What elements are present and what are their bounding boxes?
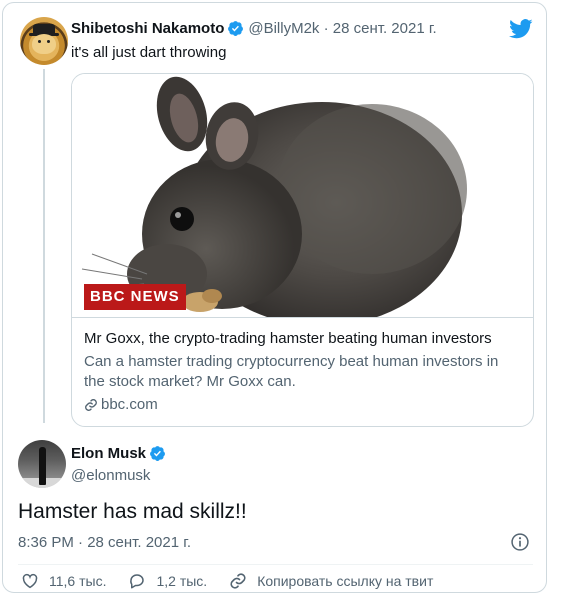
like-button[interactable]: 11,6 тыс. [21, 572, 106, 590]
quoted-author-avatar[interactable] [20, 17, 68, 65]
main-author-name[interactable]: Elon Musk [71, 445, 146, 462]
link-preview-image[interactable]: BBC NEWS [72, 74, 533, 317]
bbc-news-badge: BBC NEWS [84, 284, 186, 310]
meta-separator: · [319, 20, 333, 37]
quoted-tweet-header: Shibetoshi Nakamoto @BillyM2k · 28 сент.… [71, 20, 437, 37]
hamster-photo [81, 76, 467, 317]
link-title: Mr Goxx, the crypto-trading hamster beat… [84, 330, 492, 347]
link-icon [85, 399, 97, 411]
avatar-rocket [39, 447, 46, 485]
like-count: 11,6 тыс. [49, 573, 107, 589]
quoted-author-name[interactable]: Shibetoshi Nakamoto [71, 20, 224, 37]
copy-link-button[interactable]: Копировать ссылку на твит [229, 572, 433, 590]
twitter-bird-icon[interactable] [509, 19, 533, 39]
avatar-face [32, 34, 56, 54]
verified-badge-icon [228, 21, 244, 36]
main-author-handle[interactable]: @elonmusk [71, 467, 150, 484]
main-author-avatar[interactable] [18, 440, 66, 488]
link-domain-row: bbc.com [84, 395, 523, 415]
thread-connector-line [43, 69, 45, 423]
avatar-hat [29, 24, 59, 36]
verified-badge-icon [150, 446, 165, 461]
quoted-author-handle[interactable]: @BillyM2k [248, 20, 319, 37]
heart-icon [22, 573, 38, 589]
link-description: Can a hamster trading cryptocurrency bea… [84, 353, 499, 390]
reply-count: 1,2 тыс. [156, 573, 208, 589]
reply-button[interactable]: 1,2 тыс. [128, 572, 207, 590]
link-preview-card[interactable]: BBC NEWS Mr Goxx, the crypto-trading ham… [71, 73, 534, 427]
link-icon [230, 573, 246, 589]
main-tweet-timestamp[interactable]: 8:36 PM · 28 сент. 2021 г. [18, 534, 191, 551]
main-author-name-row: Elon Musk [71, 445, 170, 462]
reply-bubble-icon [130, 574, 145, 589]
quoted-tweet-date[interactable]: 28 сент. 2021 г. [333, 20, 437, 37]
quoted-tweet-text: it's all just dart throwing [71, 44, 227, 61]
main-tweet-text: Hamster has mad skillz!! [18, 500, 247, 523]
copy-link-label: Копировать ссылку на твит [257, 573, 434, 589]
tweet-actions-bar: 11,6 тыс. 1,2 тыс. Копировать ссылку на … [21, 572, 455, 590]
link-domain: bbc.com [101, 396, 158, 413]
tweet-embed-card: Shibetoshi Nakamoto @BillyM2k · 28 сент.… [2, 2, 547, 593]
link-preview-text: Mr Goxx, the crypto-trading hamster beat… [72, 317, 533, 426]
info-icon[interactable] [510, 532, 530, 552]
actions-divider [18, 564, 533, 565]
